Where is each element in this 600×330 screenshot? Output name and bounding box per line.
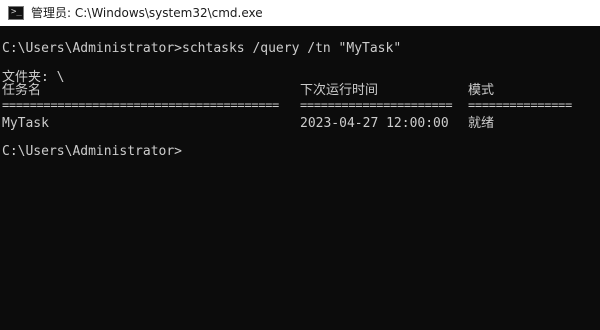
separator-status: =============== (468, 98, 572, 112)
separator-next-run-time: ====================== (300, 98, 453, 112)
command-line: C:\Users\Administrator>schtasks /query /… (2, 41, 402, 56)
command-prompt-icon[interactable]: >_ (8, 6, 24, 20)
separator-task-name: ======================================== (2, 98, 279, 112)
row-next-run-time: 2023-04-27 12:00:00 (300, 116, 449, 131)
window-title: 管理员: C:\Windows\system32\cmd.exe (31, 6, 263, 20)
row-task-name: MyTask (2, 116, 49, 131)
title-bar[interactable]: >_ 管理员: C:\Windows\system32\cmd.exe (0, 0, 600, 26)
row-status: 就绪 (468, 116, 495, 131)
prompt-glyph: >_ (11, 7, 22, 17)
cmd-window: >_ 管理员: C:\Windows\system32\cmd.exe C:\U… (0, 0, 600, 255)
final-prompt: C:\Users\Administrator> (2, 144, 183, 159)
console-output[interactable]: C:\Users\Administrator>schtasks /query /… (0, 26, 600, 255)
